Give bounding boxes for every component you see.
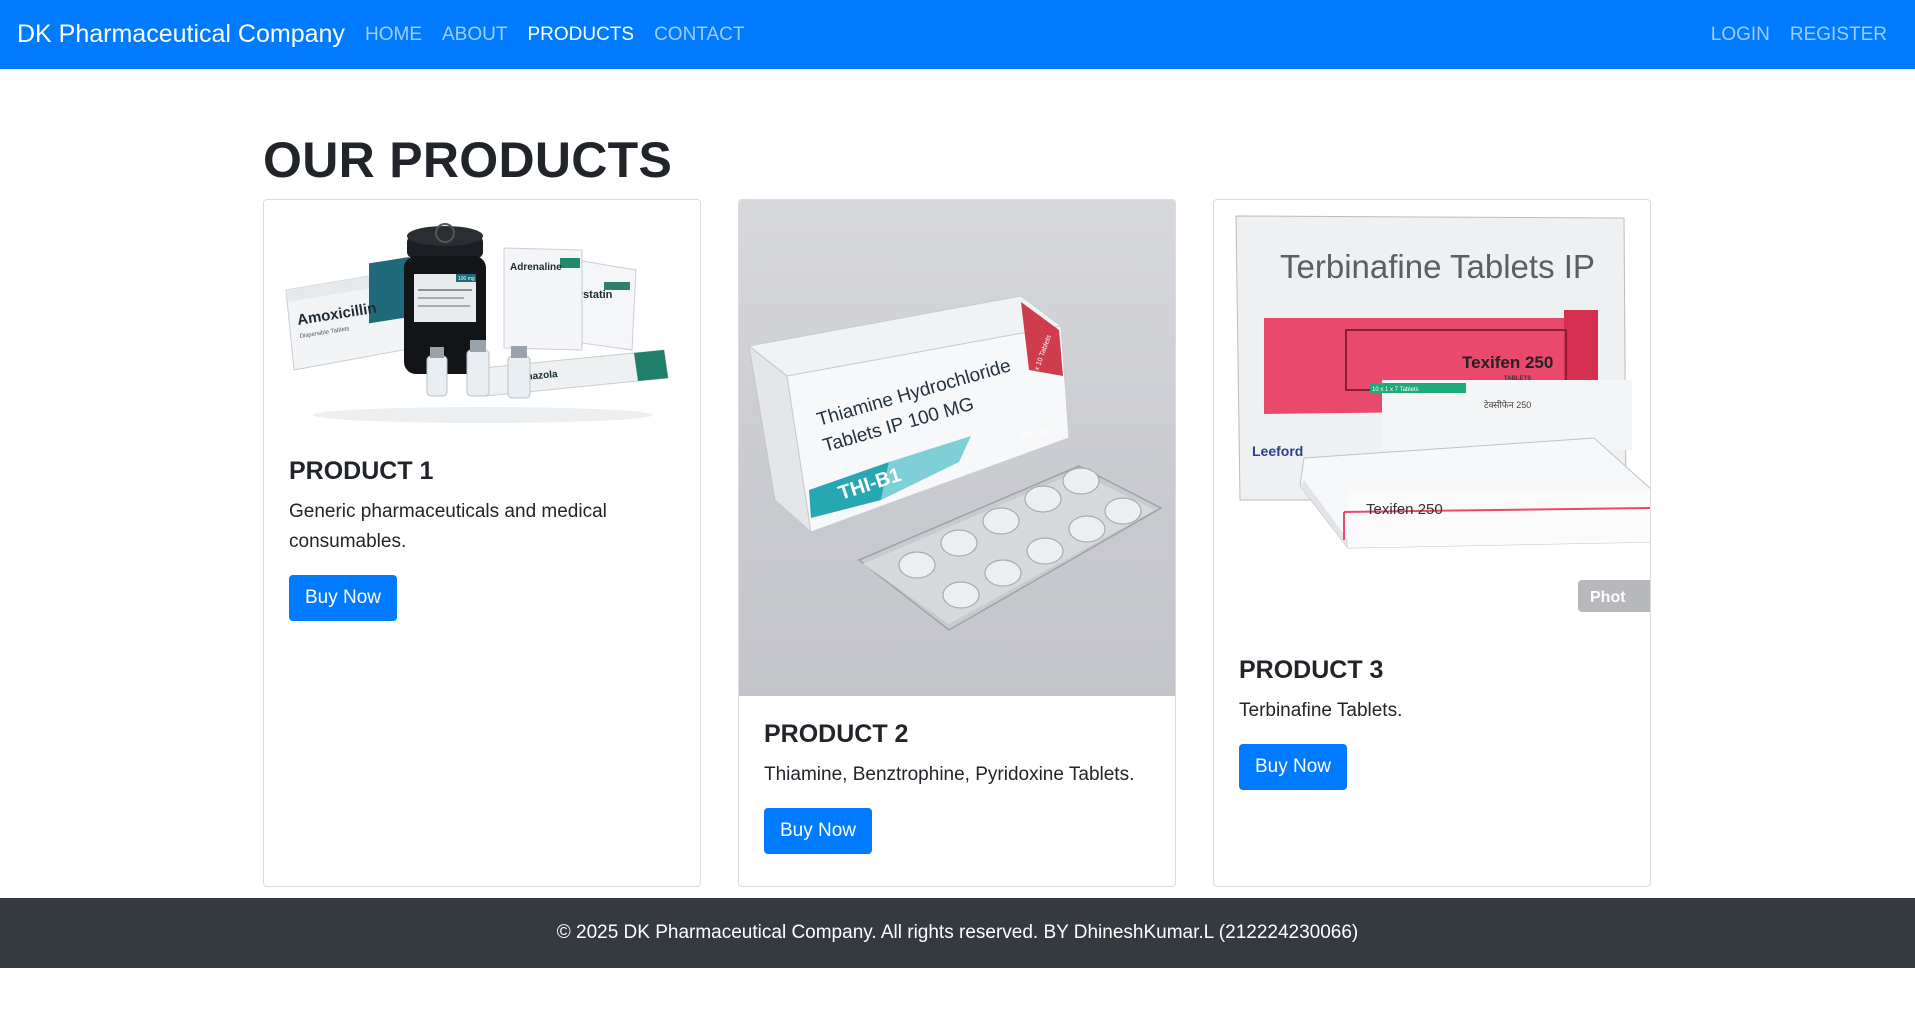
product-card-2: Thiamine Hydrochloride Tablets IP 100 MG… [738, 199, 1176, 887]
product-1-body: PRODUCT 1 Generic pharmaceuticals and me… [264, 455, 700, 621]
main-nav: HOME ABOUT PRODUCTS CONTACT [365, 22, 745, 48]
svg-text:Texifen 250: Texifen 250 [1462, 353, 1553, 372]
product-2-title: PRODUCT 2 [764, 720, 909, 748]
product-1-image: Amoxicillin Dispersible Tablets Nystatin… [264, 200, 700, 433]
product-2-buy-button[interactable]: Buy Now [764, 808, 873, 854]
brand-link[interactable]: DK Pharmaceutical Company [17, 18, 345, 50]
product-2-description: Thiamine, Benztrophine, Pyridoxine Table… [764, 764, 1135, 785]
product-3-buy-button[interactable]: Buy Now [1239, 744, 1348, 790]
nav-home-link[interactable]: HOME [365, 22, 422, 48]
product-3-body: PRODUCT 3 Terbinafine Tablets. Buy Now [1214, 654, 1650, 790]
top-navbar: DK Pharmaceutical Company HOME ABOUT PRO… [0, 0, 1915, 69]
product-1-buy-button[interactable]: Buy Now [289, 575, 398, 621]
nav-about-link[interactable]: ABOUT [442, 22, 507, 48]
nav-contact-link[interactable]: CONTACT [654, 22, 744, 48]
page-footer: © 2025 DK Pharmaceutical Company. All ri… [0, 898, 1915, 968]
svg-text:TABLETS: TABLETS [1504, 376, 1531, 382]
product-1-description: Generic pharmaceuticals and medical cons… [289, 501, 607, 552]
svg-text:Texifen 250: Texifen 250 [1366, 501, 1443, 518]
svg-text:Phot: Phot [1590, 589, 1626, 606]
svg-text:Terbinafine Tablets IP: Terbinafine Tablets IP [1280, 248, 1595, 285]
product-3-title: PRODUCT 3 [1239, 656, 1384, 684]
product-3-image: Terbinafine Tablets IP 10 x 1 x 7 Tablet… [1214, 200, 1650, 632]
nav-products-link[interactable]: PRODUCTS [527, 22, 634, 48]
product-3-description: Terbinafine Tablets. [1239, 700, 1403, 721]
svg-text:10 x 1 x 7 Tablets: 10 x 1 x 7 Tablets [1372, 387, 1419, 393]
nav-login-link[interactable]: LOGIN [1711, 22, 1770, 48]
svg-text:Adrenaline: Adrenaline [510, 262, 562, 273]
page-title: OUR PRODUCTS [263, 132, 673, 188]
svg-text:100 mg: 100 mg [458, 276, 475, 282]
svg-text:Leeford: Leeford [1252, 443, 1303, 459]
product-2-body: PRODUCT 2 Thiamine, Benztrophine, Pyrido… [739, 718, 1175, 854]
footer-copyright: © 2025 DK Pharmaceutical Company. All ri… [556, 922, 1359, 943]
product-card-1: Amoxicillin Dispersible Tablets Nystatin… [263, 199, 701, 887]
product-2-image: Thiamine Hydrochloride Tablets IP 100 MG… [739, 200, 1175, 696]
product-1-title: PRODUCT 1 [289, 457, 434, 485]
auth-nav: LOGIN REGISTER [1711, 22, 1887, 48]
nav-register-link[interactable]: REGISTER [1790, 22, 1887, 48]
product-card-3: Terbinafine Tablets IP 10 x 1 x 7 Tablet… [1213, 199, 1651, 887]
svg-text:टेक्सीफेन 250: टेक्सीफेन 250 [1484, 399, 1531, 410]
